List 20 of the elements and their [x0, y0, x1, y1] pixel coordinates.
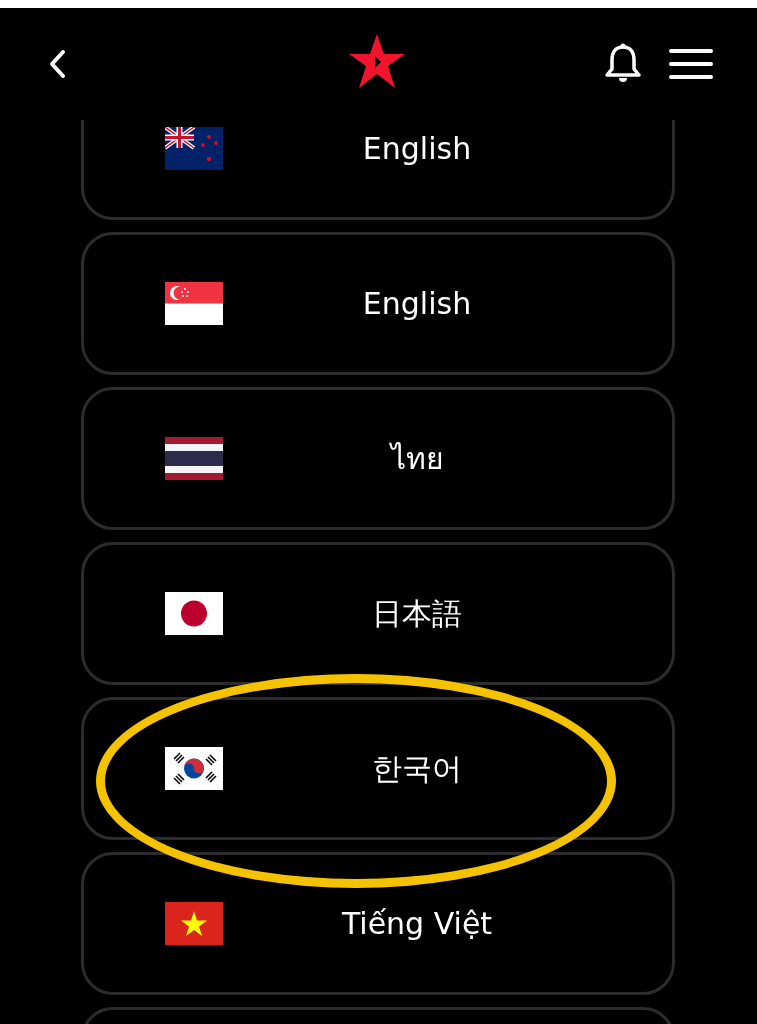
language-option[interactable]: 日本語 — [81, 542, 675, 685]
language-option[interactable]: 한국어 — [81, 697, 675, 840]
flag-icon — [165, 747, 223, 790]
flag-icon — [165, 437, 223, 480]
language-label: ไทย — [388, 440, 445, 478]
logo-icon[interactable] — [348, 32, 406, 90]
flag-icon — [165, 282, 223, 325]
language-option[interactable]: English — [81, 232, 675, 375]
language-label: English — [361, 130, 473, 168]
flag-icon — [165, 592, 223, 635]
flag-icon — [165, 127, 223, 170]
flag-icon — [165, 902, 223, 945]
language-label: 日本語 — [371, 595, 463, 633]
language-label: Tiếng Việt — [340, 905, 494, 943]
back-icon[interactable] — [48, 49, 68, 79]
language-option[interactable]: ไทย — [81, 387, 675, 530]
language-option[interactable]: Tiếng Việt — [81, 852, 675, 995]
language-label: English — [361, 285, 473, 323]
menu-icon[interactable] — [669, 46, 713, 82]
language-label: 한국어 — [371, 750, 463, 788]
